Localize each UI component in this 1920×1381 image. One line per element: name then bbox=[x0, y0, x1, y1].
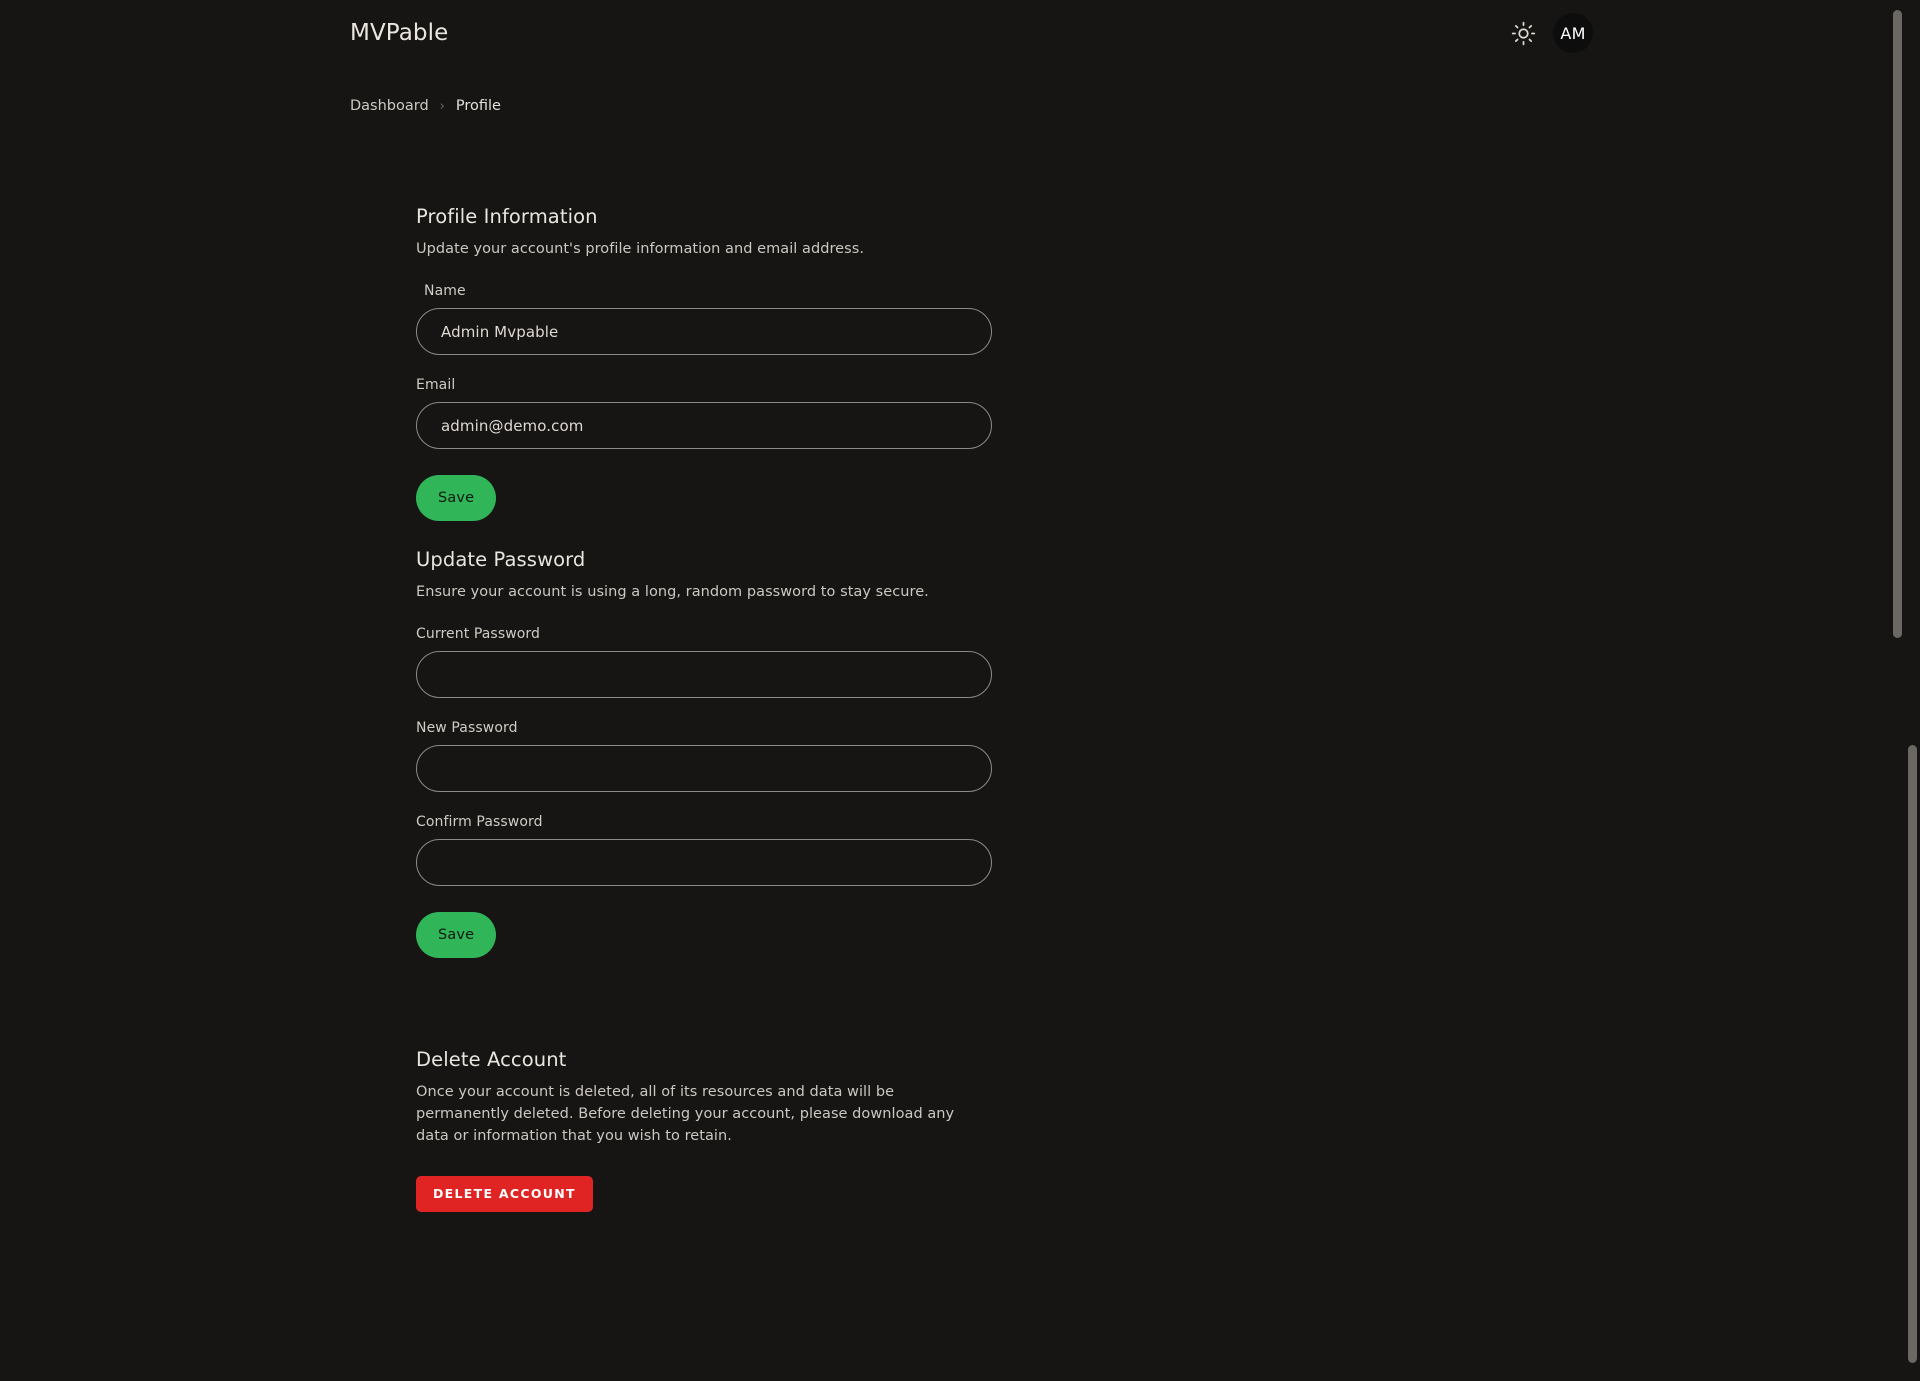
password-section-title: Update Password bbox=[416, 548, 992, 572]
confirm-password-field-group: Confirm Password bbox=[416, 814, 992, 886]
name-field-group: Name bbox=[416, 283, 992, 355]
new-password-field-label: New Password bbox=[416, 720, 992, 736]
profile-section-description: Update your account's profile informatio… bbox=[416, 239, 992, 261]
window-scrollbar[interactable] bbox=[1905, 0, 1920, 1381]
profile-information-section: Profile Information Update your account'… bbox=[416, 205, 992, 521]
delete-section-description: Once your account is deleted, all of its… bbox=[416, 1082, 968, 1147]
current-password-input[interactable] bbox=[416, 651, 992, 698]
current-password-field-label: Current Password bbox=[416, 626, 992, 642]
new-password-input[interactable] bbox=[416, 745, 992, 792]
content-scrollbar-thumb[interactable] bbox=[1893, 10, 1902, 638]
main-content: Profile Information Update your account'… bbox=[0, 0, 1899, 1381]
email-input[interactable] bbox=[416, 402, 992, 449]
current-password-field-group: Current Password bbox=[416, 626, 992, 698]
content-scrollbar[interactable] bbox=[1890, 0, 1905, 1381]
email-field-label: Email bbox=[416, 377, 992, 393]
name-field-label: Name bbox=[424, 283, 992, 299]
window-scrollbar-thumb[interactable] bbox=[1908, 745, 1917, 1363]
delete-section-title: Delete Account bbox=[416, 1048, 992, 1072]
delete-account-section: Delete Account Once your account is dele… bbox=[416, 1048, 992, 1212]
name-input[interactable] bbox=[416, 308, 992, 355]
profile-section-title: Profile Information bbox=[416, 205, 992, 229]
new-password-field-group: New Password bbox=[416, 720, 992, 792]
update-password-section: Update Password Ensure your account is u… bbox=[416, 548, 992, 958]
confirm-password-input[interactable] bbox=[416, 839, 992, 886]
password-save-button[interactable]: Save bbox=[416, 912, 496, 958]
confirm-password-field-label: Confirm Password bbox=[416, 814, 992, 830]
password-section-description: Ensure your account is using a long, ran… bbox=[416, 582, 992, 604]
profile-save-button[interactable]: Save bbox=[416, 475, 496, 521]
email-field-group: Email bbox=[416, 377, 992, 449]
app-root: MVPable AM bbox=[0, 0, 1920, 1381]
delete-account-button[interactable]: Delete Account bbox=[416, 1176, 593, 1212]
